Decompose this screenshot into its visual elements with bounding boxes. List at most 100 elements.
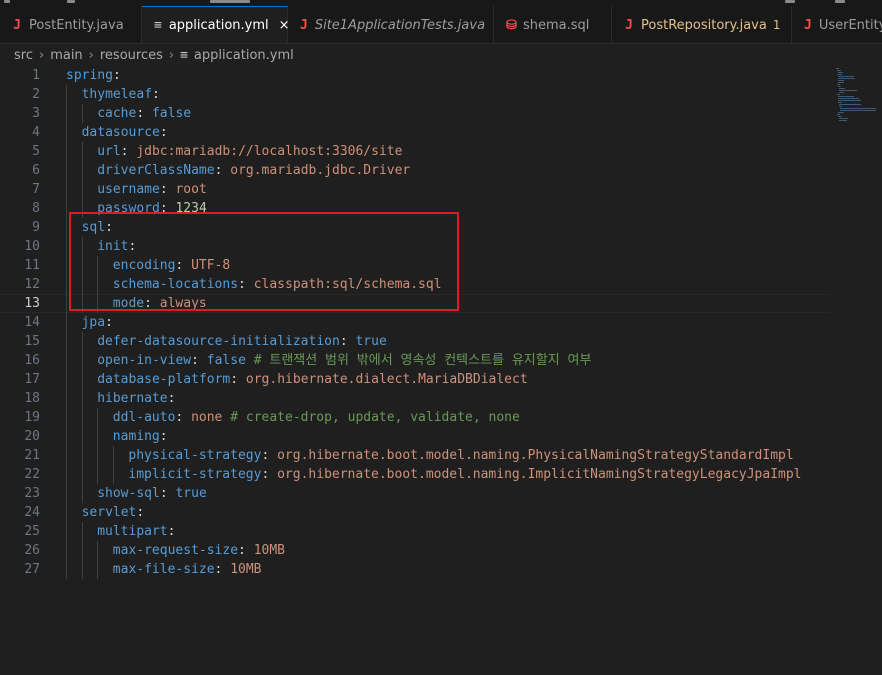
- line-number: 27: [24, 562, 40, 577]
- code-token: :: [261, 467, 278, 482]
- minimap-line: [838, 76, 855, 77]
- line-number: 11: [24, 258, 40, 273]
- minimap-line: [838, 86, 841, 87]
- code-token: multipart: [97, 524, 168, 539]
- code-token: jpa: [81, 315, 106, 330]
- code-line[interactable]: 20 naming:: [0, 427, 830, 446]
- minimap-line: [837, 94, 840, 95]
- code-line[interactable]: 16 open-in-view: false # 트랜잭션 범위 밖에서 영속성 …: [0, 351, 830, 370]
- breadcrumb: src › main › resources › ≡ application.y…: [0, 44, 882, 66]
- tab-postentity-java[interactable]: J PostEntity.java: [0, 6, 142, 43]
- chevron-right-icon: ›: [38, 47, 45, 63]
- code-token: naming: [112, 429, 160, 444]
- code-token: max-file-size: [112, 562, 215, 577]
- code-token: :: [339, 334, 356, 349]
- code-token: jdbc:mariadb://localhost:3306/site: [136, 144, 403, 159]
- minimap[interactable]: [834, 66, 882, 675]
- breadcrumb-item-file[interactable]: application.yml: [194, 48, 294, 63]
- code-token: :: [120, 144, 137, 159]
- code-line[interactable]: 24 servlet:: [0, 503, 830, 522]
- tab-site1applicationtests-java[interactable]: J Site1ApplicationTests.java: [288, 6, 494, 43]
- code-token: :: [152, 87, 160, 102]
- code-token: org.hibernate.boot.model.naming.Physical…: [277, 448, 794, 463]
- code-text: cache: false: [97, 104, 191, 123]
- code-token: 10MB: [253, 543, 285, 558]
- tab-postrepository-java[interactable]: J PostRepository.java 1: [612, 6, 792, 43]
- code-line[interactable]: 27 max-file-size: 10MB: [0, 560, 830, 579]
- code-line[interactable]: 25 multipart:: [0, 522, 830, 541]
- code-line[interactable]: 23 show-sql: true: [0, 484, 830, 503]
- code-text: datasource:: [82, 123, 168, 142]
- code-token: :: [105, 315, 113, 330]
- yaml-file-icon: ≡: [154, 17, 162, 33]
- code-line[interactable]: 18 hibernate:: [0, 389, 830, 408]
- code-token: org.hibernate.dialect.MariaDBDialect: [245, 372, 528, 387]
- indent-guide: [81, 142, 83, 218]
- minimap-line: [839, 120, 847, 121]
- line-number: 25: [24, 524, 40, 539]
- code-line[interactable]: 2 thymeleaf:: [0, 85, 830, 104]
- minimap-line: [839, 118, 849, 119]
- code-text: database-platform: org.hibernate.dialect…: [97, 370, 527, 389]
- code-text: hibernate:: [97, 389, 175, 408]
- code-token: :: [238, 543, 254, 558]
- code-text: show-sql: true: [97, 484, 207, 503]
- line-number: 7: [32, 182, 40, 197]
- line-number: 24: [24, 505, 40, 520]
- code-line[interactable]: 17 database-platform: org.hibernate.diale…: [0, 370, 830, 389]
- code-token: :: [261, 448, 278, 463]
- line-number: 20: [24, 429, 40, 444]
- code-text: max-file-size: 10MB: [113, 560, 262, 579]
- code-line[interactable]: 22 implicit-strategy: org.hibernate.boot.…: [0, 465, 830, 484]
- code-line[interactable]: 21 physical-strategy: org.hibernate.boot.…: [0, 446, 830, 465]
- code-token: defer-datasource-initialization: [97, 334, 340, 349]
- minimap-line: [838, 112, 844, 113]
- breadcrumb-item-src[interactable]: src: [14, 48, 33, 63]
- line-number: 21: [24, 448, 40, 463]
- line-number: 4: [32, 125, 40, 140]
- breadcrumb-item-main[interactable]: main: [50, 48, 82, 63]
- code-token: :: [175, 410, 192, 425]
- line-number: 14: [24, 315, 40, 330]
- code-token: :: [159, 182, 176, 197]
- java-file-icon: J: [804, 17, 812, 33]
- code-token: :: [214, 562, 231, 577]
- code-line[interactable]: 19 ddl-auto: none # create-drop, update, …: [0, 408, 830, 427]
- code-line[interactable]: 3 cache: false: [0, 104, 830, 123]
- tab-label: PostEntity.java: [29, 17, 124, 33]
- code-line[interactable]: 15 defer-datasource-initialization: true: [0, 332, 830, 351]
- chevron-right-icon: ›: [168, 47, 175, 63]
- code-line[interactable]: 1 spring:: [0, 66, 830, 85]
- code-token: max-request-size: [112, 543, 239, 558]
- code-text: url: jdbc:mariadb://localhost:3306/site: [97, 142, 402, 161]
- java-file-icon: J: [13, 17, 21, 33]
- code-line[interactable]: 26 max-request-size: 10MB: [0, 541, 830, 560]
- code-editor[interactable]: 1 spring: 2 thymeleaf: 3 cache: false 4 datasou…: [0, 66, 882, 675]
- line-number: 6: [32, 163, 40, 178]
- tab-userentity[interactable]: J UserEntity: [792, 6, 882, 43]
- code-token: 10MB: [230, 562, 262, 577]
- code-token: :: [167, 391, 176, 406]
- line-number: 17: [24, 372, 40, 387]
- minimap-line: [839, 92, 845, 93]
- code-line[interactable]: 5 url: jdbc:mariadb://localhost:3306/site: [0, 142, 830, 161]
- code-text: implicit-strategy: org.hibernate.boot.mo…: [128, 465, 801, 484]
- code-line[interactable]: 7 username: root: [0, 180, 830, 199]
- code-token: physical-strategy: [128, 448, 262, 463]
- code-token: org.hibernate.boot.model.naming.Implicit…: [277, 467, 802, 482]
- tab-shema-sql[interactable]: ⛁ shema.sql: [494, 6, 612, 43]
- code-line[interactable]: 6 driverClassName: org.mariadb.jdbc.Drive…: [0, 161, 830, 180]
- minimap-line: [840, 110, 877, 111]
- code-text: spring:: [66, 66, 121, 85]
- code-text: jpa:: [82, 313, 113, 332]
- code-line[interactable]: 14 jpa:: [0, 313, 830, 332]
- breadcrumb-item-resources[interactable]: resources: [100, 48, 163, 63]
- code-line[interactable]: 4 datasource:: [0, 123, 830, 142]
- indent-guide: [66, 85, 67, 579]
- minimap-line: [838, 96, 854, 97]
- minimap-line: [838, 100, 862, 101]
- code-token: # create-drop, update, validate, none: [230, 410, 520, 425]
- code-token: false: [151, 106, 192, 121]
- tab-application-yml[interactable]: ≡ application.yml ×: [142, 6, 290, 43]
